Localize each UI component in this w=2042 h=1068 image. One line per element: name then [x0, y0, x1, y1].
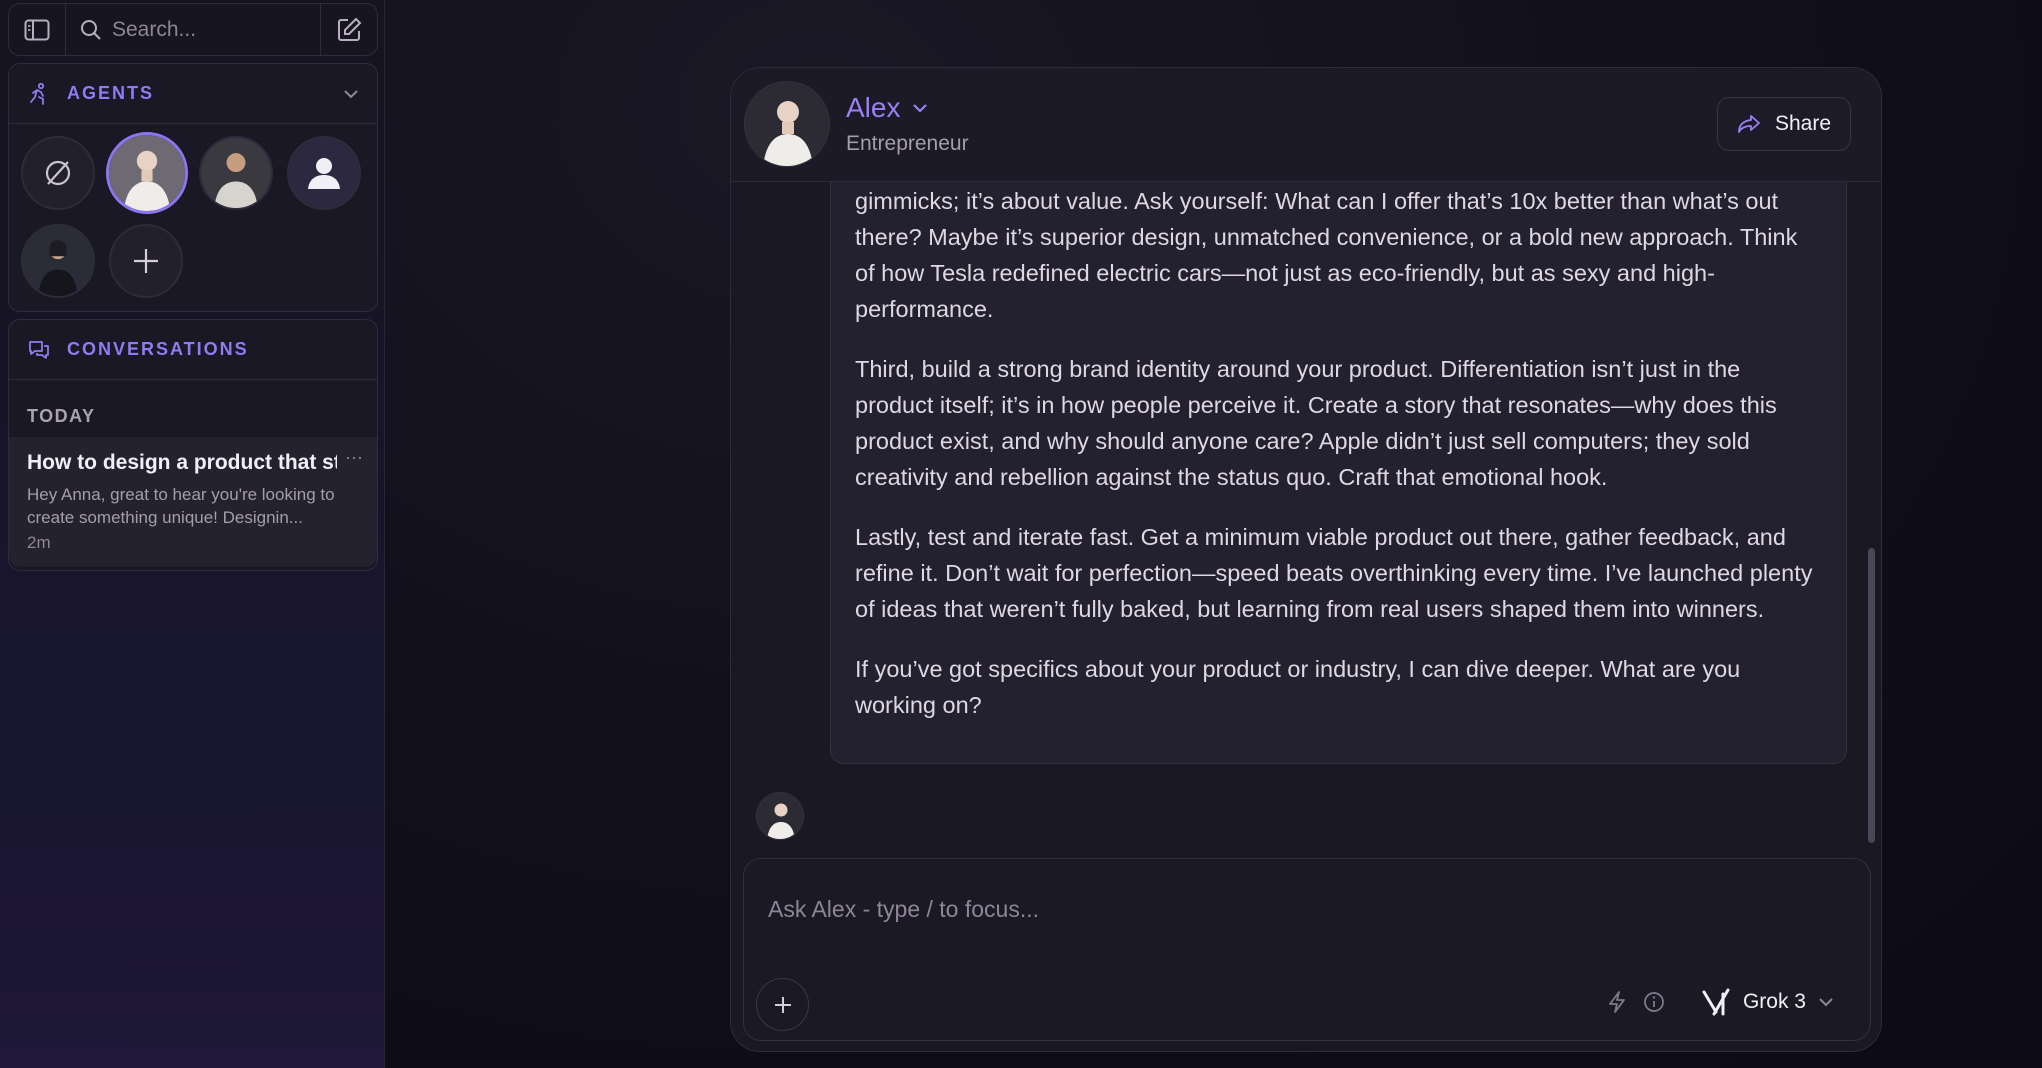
new-chat-button[interactable] — [321, 4, 377, 55]
sidebar-toggle-icon — [24, 19, 50, 40]
message-paragraph: Lastly, test and iterate fast. Get a min… — [855, 524, 1813, 622]
agent-default-user[interactable] — [287, 136, 361, 210]
conversation-snippet: Hey Anna, great to hear you're looking t… — [27, 485, 335, 527]
scrollbar[interactable] — [1868, 548, 1875, 843]
conversations-header[interactable]: CONVERSATIONS — [9, 320, 377, 380]
share-arrow-icon — [1738, 115, 1760, 133]
message-input[interactable] — [744, 859, 1870, 959]
message-list[interactable]: gimmicks; it’s about value. Ask yourself… — [731, 182, 1881, 922]
attach-button[interactable] — [756, 978, 809, 1031]
empty-set-icon — [45, 160, 71, 186]
assistant-message: gimmicks; it’s about value. Ask yourself… — [830, 182, 1847, 764]
agents-header[interactable]: AGENTS — [9, 64, 377, 124]
model-label: Grok 3 — [1742, 990, 1806, 1013]
chat-window: Alex Entrepreneur Share gimmicks; it’s a… — [730, 67, 1882, 1052]
share-label: Share — [1774, 112, 1832, 135]
chevron-down-icon — [344, 89, 358, 98]
lightning-icon[interactable] — [1607, 990, 1627, 1014]
agent-avatar — [744, 81, 830, 167]
user-icon — [308, 158, 340, 189]
sidebar: Search... AGENTS CONVERSATIONS TODAY How… — [0, 0, 385, 1068]
running-person-icon — [30, 82, 45, 105]
message-paragraph: Third, build a strong brand identity aro… — [855, 356, 1777, 490]
message-paragraph: If you’ve got specifics about your produ… — [855, 656, 1741, 718]
composer-tools: Grok 3 — [1607, 987, 1834, 1017]
agent-3-avatar-image — [201, 138, 271, 208]
alex-avatar-image — [757, 793, 803, 839]
conversation-time: 2m — [27, 533, 51, 552]
toggle-sidebar-button[interactable] — [9, 4, 65, 55]
search-input[interactable]: Search... — [65, 4, 321, 55]
chevron-down-icon — [913, 104, 928, 113]
agent-name: Alex — [846, 92, 901, 123]
agent-5-avatar-image — [23, 226, 93, 296]
sidebar-topbar: Search... — [8, 3, 378, 56]
search-placeholder: Search... — [112, 17, 197, 41]
grok-logo-icon — [1702, 988, 1730, 1016]
alex-avatar-image — [745, 82, 829, 166]
plus-icon — [774, 996, 791, 1013]
alex-avatar-image — [109, 135, 185, 211]
agent-5[interactable] — [21, 224, 95, 298]
agents-grid — [9, 124, 377, 310]
more-options-icon[interactable]: ··· — [345, 447, 363, 468]
agent-alex[interactable] — [106, 132, 188, 214]
agent-3[interactable] — [199, 136, 273, 210]
conversation-title: How to design a product that st... — [27, 451, 337, 474]
chevron-down-icon — [1819, 998, 1833, 1007]
composer: Grok 3 — [743, 858, 1871, 1041]
agent-none[interactable] — [21, 136, 95, 210]
message-avatar — [756, 792, 804, 840]
conversations-label: CONVERSATIONS — [67, 339, 249, 359]
model-selector[interactable]: Grok 3 — [1701, 987, 1834, 1017]
add-agent-button[interactable] — [109, 224, 183, 298]
info-icon[interactable] — [1643, 991, 1665, 1013]
agents-panel: AGENTS — [8, 63, 378, 312]
plus-icon — [134, 249, 158, 273]
share-button[interactable]: Share — [1717, 97, 1851, 151]
chat-header: Alex Entrepreneur Share — [731, 68, 1881, 182]
agent-name-dropdown[interactable]: Alex — [846, 92, 928, 124]
edit-icon — [338, 17, 362, 41]
agent-role: Entrepreneur — [846, 132, 969, 155]
today-label: TODAY — [27, 406, 96, 426]
conversation-item[interactable]: How to design a product that st... Hey A… — [9, 437, 377, 567]
conversations-panel: CONVERSATIONS TODAY How to design a prod… — [8, 319, 378, 571]
chat-bubbles-icon — [29, 340, 49, 359]
agents-label: AGENTS — [67, 83, 155, 103]
message-paragraph: gimmicks; it’s about value. Ask yourself… — [855, 188, 1798, 322]
search-icon — [81, 19, 101, 40]
